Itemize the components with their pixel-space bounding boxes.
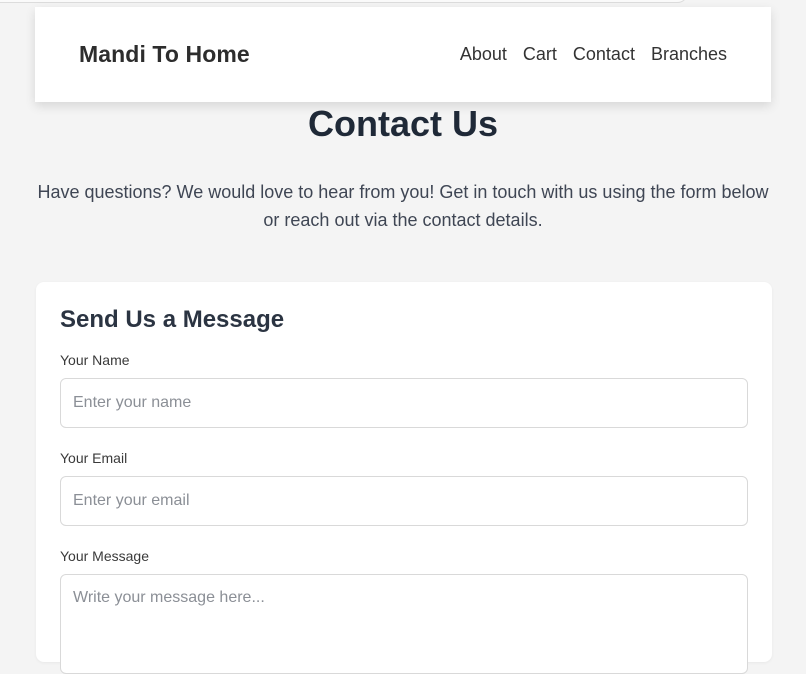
navbar: Mandi To Home About Cart Contact Branche… bbox=[35, 7, 771, 102]
message-textarea[interactable] bbox=[60, 574, 748, 674]
name-label: Your Name bbox=[60, 352, 130, 368]
email-field-group: Your Email bbox=[60, 450, 748, 526]
page-title: Contact Us bbox=[307, 103, 499, 144]
name-input[interactable] bbox=[60, 378, 748, 428]
email-input[interactable] bbox=[60, 476, 748, 526]
nav-link-branches[interactable]: Branches bbox=[651, 44, 727, 65]
nav-link-cart[interactable]: Cart bbox=[523, 44, 557, 65]
nav-links: About Cart Contact Branches bbox=[460, 44, 727, 65]
brand-logo[interactable]: Mandi To Home bbox=[79, 41, 250, 68]
message-field-group: Your Message bbox=[60, 548, 748, 674]
nav-link-about[interactable]: About bbox=[460, 44, 507, 65]
intro-text: Have questions? We would love to hear fr… bbox=[37, 182, 769, 230]
nav-link-contact[interactable]: Contact bbox=[573, 44, 635, 65]
name-field-group: Your Name bbox=[60, 352, 748, 428]
form-title: Send Us a Message bbox=[60, 306, 285, 333]
message-label: Your Message bbox=[60, 548, 149, 564]
address-bar-edge bbox=[0, 0, 688, 3]
email-label: Your Email bbox=[60, 450, 128, 466]
contact-form-card: Send Us a Message Your Name Your Email Y… bbox=[36, 282, 772, 674]
